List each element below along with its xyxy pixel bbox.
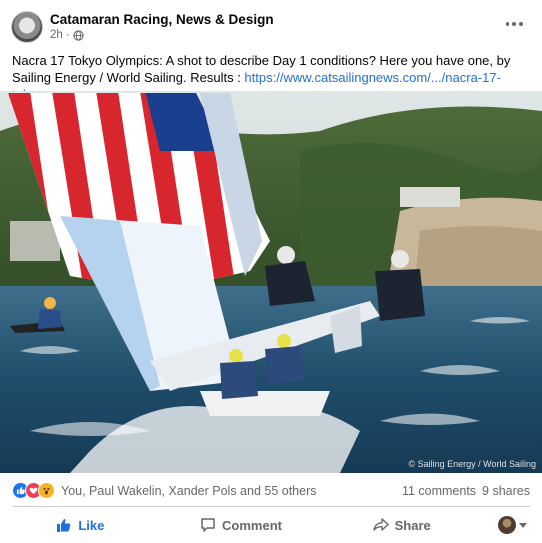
- post-header: Catamaran Racing, News & Design 2h ·: [0, 0, 542, 46]
- globe-icon: [73, 29, 84, 41]
- reaction-profile-selector[interactable]: [482, 510, 542, 540]
- post-time[interactable]: 2h: [50, 29, 63, 41]
- action-bar: Like Comment Share: [0, 510, 542, 540]
- post-stats: 11 comments 9 shares: [402, 484, 530, 498]
- profile-avatar: [497, 516, 516, 534]
- comment-icon: [201, 518, 215, 532]
- like-button[interactable]: Like: [0, 510, 161, 540]
- separator-dot: ·: [65, 29, 70, 41]
- thumbs-up-icon: [57, 519, 71, 532]
- post-photo[interactable]: © Sailing Energy / World Sailing: [0, 91, 542, 473]
- share-count[interactable]: 9 shares: [482, 484, 530, 498]
- page-avatar[interactable]: [11, 11, 43, 43]
- comment-button[interactable]: Comment: [161, 510, 322, 540]
- reaction-names[interactable]: You, Paul Wakelin, Xander Pols and 55 ot…: [61, 484, 317, 498]
- sailing-photo-illustration: [0, 91, 542, 473]
- comment-label: Comment: [222, 517, 282, 533]
- share-icon: [372, 518, 389, 531]
- photo-credit: © Sailing Energy / World Sailing: [408, 459, 536, 469]
- comment-count[interactable]: 11 comments: [402, 484, 476, 498]
- share-label: Share: [394, 517, 431, 533]
- like-label: Like: [78, 517, 105, 533]
- wow-icon: [38, 482, 55, 499]
- chevron-down-icon: [518, 522, 527, 528]
- post-card: Catamaran Racing, News & Design 2h · Nac…: [0, 0, 542, 543]
- more-options-icon[interactable]: [504, 14, 524, 34]
- divider: [12, 506, 530, 507]
- page-name[interactable]: Catamaran Racing, News & Design: [50, 12, 274, 27]
- post-meta: 2h ·: [50, 29, 84, 41]
- reaction-summary[interactable]: You, Paul Wakelin, Xander Pols and 55 ot…: [12, 482, 317, 499]
- share-button[interactable]: Share: [321, 510, 482, 540]
